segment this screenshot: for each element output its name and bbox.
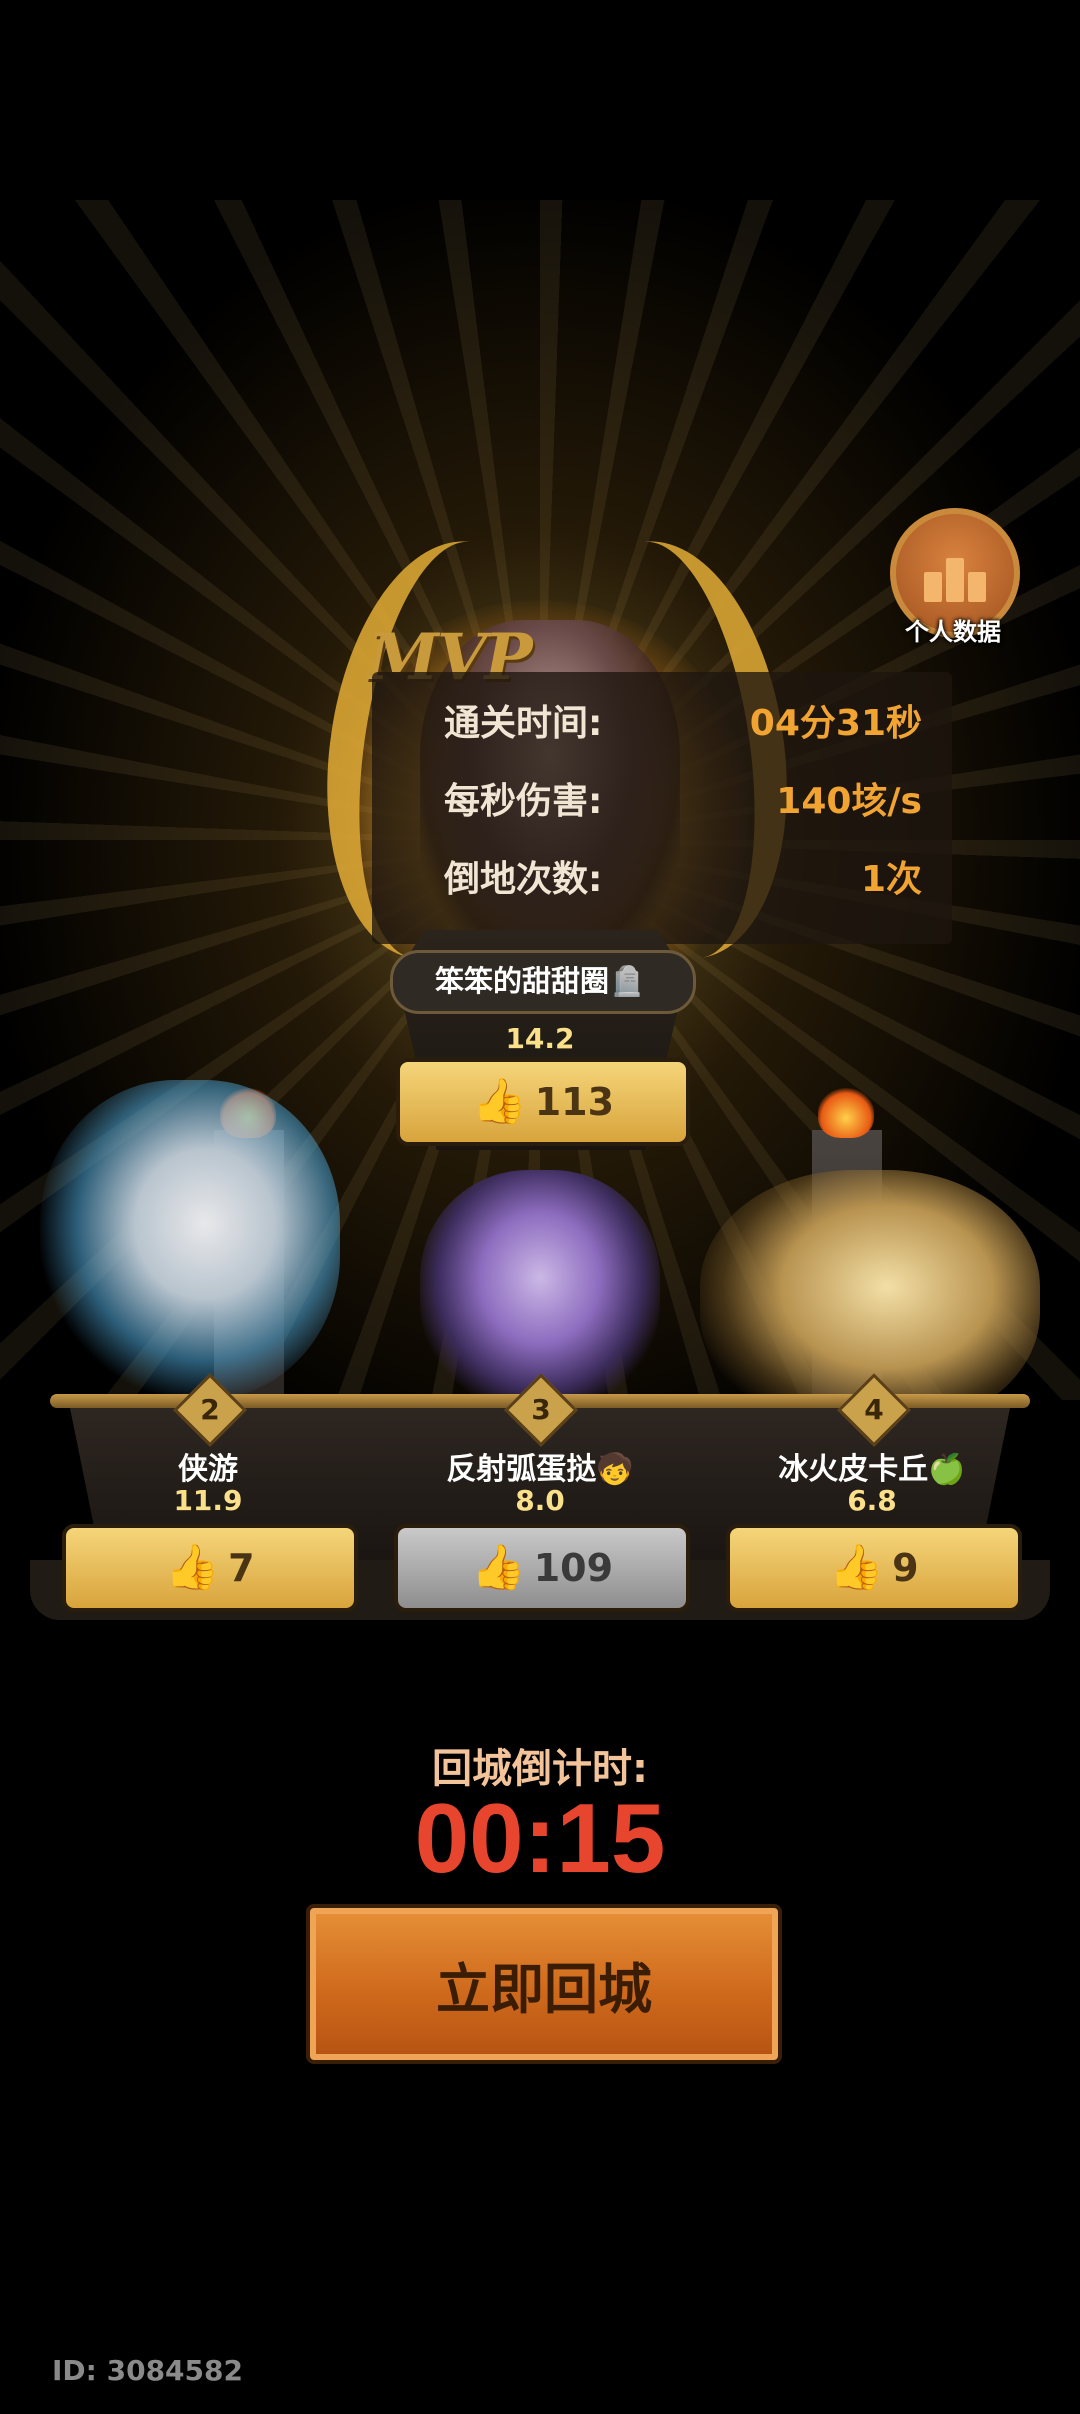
return-to-town-button[interactable]: 立即回城 — [306, 1904, 782, 2064]
player-name: 冰火皮卡丘🍏 — [778, 1452, 966, 1487]
clear-time-label: 通关时间: — [444, 703, 603, 744]
battle-stats-panel: 通关时间: 04分31秒 每秒伤害: 140垓/s 倒地次数: 1次 — [372, 672, 952, 944]
player-3-like-button[interactable]: 👍 109 — [394, 1524, 690, 1612]
thumbs-up-icon: 👍 — [471, 1076, 527, 1127]
mvp-like-button[interactable]: 👍 113 — [396, 1058, 690, 1146]
dps-value: 140垓/s — [776, 781, 922, 822]
player-score: 6.8 — [847, 1484, 897, 1517]
personal-stats-label: 个人数据 — [905, 618, 1001, 646]
player-2-character — [40, 1080, 340, 1400]
user-id-label: ID: 3084582 — [52, 2354, 243, 2387]
clear-time-value: 04分31秒 — [749, 703, 922, 744]
player-name: 反射弧蛋挞🧒 — [446, 1452, 634, 1487]
like-count: 9 — [892, 1546, 919, 1590]
like-count: 109 — [533, 1546, 614, 1590]
return-countdown-timer: 00:15 — [414, 1783, 666, 1893]
player-score: 8.0 — [515, 1484, 565, 1517]
knockdown-value: 1次 — [860, 859, 922, 900]
right-torch-flame — [818, 1088, 874, 1138]
mvp-player-name: 笨笨的甜甜圈🪦 — [434, 964, 646, 998]
player-score: 11.9 — [173, 1484, 243, 1517]
knockdown-label: 倒地次数: — [444, 859, 603, 900]
thumbs-up-icon: 👍 — [829, 1542, 885, 1593]
player-2-like-button[interactable]: 👍 7 — [62, 1524, 358, 1612]
player-4-like-button[interactable]: 👍 9 — [726, 1524, 1022, 1612]
personal-stats-button[interactable]: 个人数据 — [888, 506, 1020, 646]
player-name: 侠游 — [178, 1452, 238, 1487]
dps-label: 每秒伤害: — [444, 781, 603, 822]
like-count: 7 — [228, 1546, 255, 1590]
thumbs-up-icon: 👍 — [165, 1542, 221, 1593]
thumbs-up-icon: 👍 — [470, 1542, 526, 1593]
mvp-player-score: 14.2 — [505, 1022, 575, 1055]
like-count: 113 — [534, 1080, 615, 1124]
